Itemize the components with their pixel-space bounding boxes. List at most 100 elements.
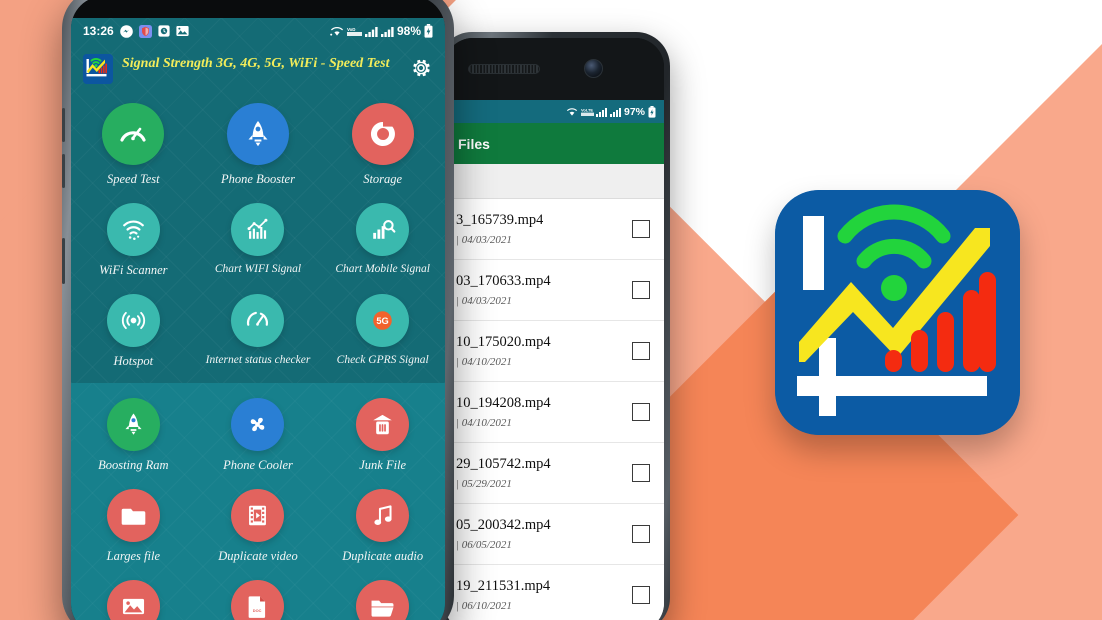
- table-row[interactable]: 19_211531.mp4 | 06/10/2021: [444, 565, 664, 620]
- feature-tile-label: Larges file: [106, 549, 160, 563]
- battery-icon: [424, 24, 433, 38]
- feature-tile-6[interactable]: [71, 573, 196, 620]
- feature-tile-duplicate-video[interactable]: Duplicate video: [196, 482, 321, 573]
- table-row[interactable]: 03_170633.mp4 | 04/03/2021: [444, 260, 664, 321]
- feature-tile-7[interactable]: DOC: [196, 573, 321, 620]
- file-name: 29_105742.mp4: [456, 456, 551, 472]
- donut-chart-icon: [351, 103, 414, 165]
- file-select-checkbox[interactable]: [632, 586, 650, 604]
- rocket-icon: [106, 398, 160, 452]
- signal-icon-2: [609, 107, 621, 117]
- phone-back: VoLTE 97% Files 3_165739.mp4 | 04/03/202…: [438, 32, 670, 620]
- volte-icon: VoD: [346, 26, 362, 37]
- battery-icon: [648, 105, 656, 118]
- feature-tile-label: Duplicate video: [218, 549, 298, 563]
- file-row-text: 19_211531.mp4 | 06/10/2021: [456, 578, 550, 612]
- feature-tile-internet-status-checker[interactable]: Internet status checker: [196, 287, 321, 378]
- volume-down-button[interactable]: [62, 154, 65, 188]
- wifi-icon: [330, 26, 344, 37]
- phone-front-screen-frame: 13:26 VoD 98% Signal Strength 3G, 4G, 5G…: [71, 0, 445, 620]
- file-date: | 04/10/2021: [456, 356, 512, 368]
- fan-icon: [231, 398, 285, 452]
- phone-back-header-title: Files: [458, 135, 490, 152]
- feature-tile-wifi-scanner[interactable]: WiFi Scanner: [71, 196, 196, 287]
- speedometer-icon: [102, 103, 165, 165]
- feature-tile-label: Phone Cooler: [223, 458, 293, 473]
- file-select-checkbox[interactable]: [632, 342, 650, 360]
- table-row[interactable]: 29_105742.mp4 | 05/29/2021: [444, 443, 664, 504]
- gear-icon[interactable]: [409, 56, 433, 80]
- table-row[interactable]: 3_165739.mp4 | 04/03/2021: [444, 199, 664, 260]
- app-title-bar: Signal Strength 3G, 4G, 5G, WiFi - Speed…: [71, 44, 445, 96]
- table-row[interactable]: 10_194208.mp4 | 04/10/2021: [444, 382, 664, 443]
- file-date: | 04/03/2021: [456, 295, 512, 307]
- feature-tile-label: Speed Test: [106, 172, 160, 186]
- file-list: 3_165739.mp4 | 04/03/2021 03_170633.mp4 | 0…: [444, 199, 664, 620]
- table-row[interactable]: 05_200342.mp4 | 06/05/2021: [444, 504, 664, 565]
- messenger-icon: [119, 24, 133, 38]
- feature-grid-top: Speed Test Phone Booster Storage WiFi Scann…: [71, 96, 445, 377]
- feature-tile-larges-file[interactable]: Larges file: [71, 482, 196, 573]
- svg-text:DOC: DOC: [253, 608, 262, 613]
- feature-tile-label: Hotspot: [113, 353, 154, 368]
- file-select-checkbox[interactable]: [632, 525, 650, 543]
- status-bar-right: VoD 98%: [330, 24, 433, 38]
- svg-text:VoLTE: VoLTE: [581, 107, 593, 112]
- phone-back-subheader-bar: [444, 164, 664, 199]
- line-chart-icon: [231, 202, 285, 256]
- wifi-icon: [566, 107, 578, 117]
- folder-open-icon: [356, 579, 410, 620]
- file-name: 19_211531.mp4: [456, 578, 551, 594]
- status-bar-time: 13:26: [83, 24, 114, 38]
- trash-icon: [356, 398, 410, 452]
- feature-tile-check-gprs-signal[interactable]: 5G Check GPRS Signal: [320, 287, 445, 378]
- hotspot-icon: [106, 293, 160, 347]
- feature-tile-label: Duplicate audio: [342, 549, 424, 563]
- app-bottom-section: Boosting Ram Phone Cooler Junk File Larges …: [71, 383, 445, 620]
- feature-tile-phone-booster[interactable]: Phone Booster: [196, 96, 321, 196]
- feature-tile-boosting-ram[interactable]: Boosting Ram: [71, 391, 196, 482]
- feature-tile-label: Junk File: [359, 458, 407, 473]
- file-select-checkbox[interactable]: [632, 220, 650, 238]
- file-row-text: 29_105742.mp4 | 05/29/2021: [456, 456, 551, 490]
- file-row-text: 10_175020.mp4 | 04/10/2021: [456, 334, 551, 368]
- rocket-icon: [226, 103, 289, 165]
- feature-tile-hotspot[interactable]: Hotspot: [71, 287, 196, 378]
- file-select-checkbox[interactable]: [632, 281, 650, 299]
- feature-tile-chart-wifi-signal[interactable]: Chart WIFI Signal: [196, 196, 321, 287]
- feature-tile-8[interactable]: [320, 573, 445, 620]
- feature-tile-speed-test[interactable]: Speed Test: [71, 96, 196, 196]
- signal-icon-2: [380, 26, 394, 37]
- file-name: 03_170633.mp4: [456, 273, 551, 289]
- file-name: 05_200342.mp4: [456, 517, 551, 533]
- feature-tile-storage[interactable]: Storage: [320, 96, 445, 196]
- earpiece-speaker-icon: [468, 64, 540, 74]
- file-row-text: 03_170633.mp4 | 04/03/2021: [456, 273, 551, 307]
- file-select-checkbox[interactable]: [632, 464, 650, 482]
- table-row[interactable]: 10_175020.mp4 | 04/10/2021: [444, 321, 664, 382]
- phone-back-screen-frame: VoLTE 97% Files 3_165739.mp4 | 04/03/202…: [444, 38, 664, 620]
- file-name: 10_194208.mp4: [456, 395, 551, 411]
- feature-tile-label: WiFi Scanner: [99, 262, 168, 277]
- feature-tile-label: Check GPRS Signal: [336, 353, 429, 366]
- photo-icon: [176, 25, 189, 37]
- feature-tile-label: Storage: [363, 172, 403, 186]
- page-title: Signal Strength 3G, 4G, 5G, WiFi - Speed…: [122, 56, 390, 71]
- volte-icon: VoLTE: [580, 107, 594, 117]
- feature-grid-bottom: Boosting Ram Phone Cooler Junk File Larges …: [71, 391, 445, 620]
- wifi-scan-icon: [106, 202, 160, 256]
- svg-text:VoD: VoD: [347, 27, 355, 32]
- volume-up-button[interactable]: [62, 108, 65, 142]
- feature-tile-phone-cooler[interactable]: Phone Cooler: [196, 391, 321, 482]
- feature-tile-chart-mobile-signal[interactable]: Chart Mobile Signal: [320, 196, 445, 287]
- power-button[interactable]: [62, 238, 65, 284]
- feature-tile-duplicate-audio[interactable]: Duplicate audio: [320, 482, 445, 573]
- image-icon: [106, 579, 160, 620]
- file-select-checkbox[interactable]: [632, 403, 650, 421]
- feature-tile-junk-file[interactable]: Junk File: [320, 391, 445, 482]
- file-date: | 06/05/2021: [456, 539, 512, 551]
- status-bar-left: 13:26: [83, 24, 189, 38]
- feature-tile-label: Chart WIFI Signal: [214, 262, 302, 275]
- feature-tile-label: Internet status checker: [205, 353, 311, 366]
- file-name: 10_175020.mp4: [456, 334, 551, 350]
